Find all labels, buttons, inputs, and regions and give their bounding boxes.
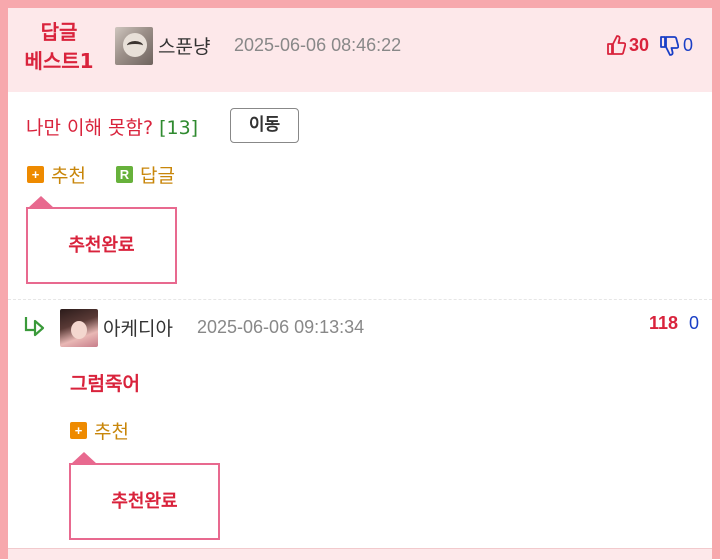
recommend-button[interactable]: 추천: [94, 417, 129, 444]
avatar[interactable]: [60, 309, 98, 347]
timestamp: 2025-06-06 08:46:22: [234, 35, 402, 55]
best-reply-badge: 답글 베스트1: [20, 18, 98, 76]
reply-r-icon: R: [116, 166, 133, 183]
plus-icon: +: [70, 422, 87, 439]
move-button[interactable]: 이동: [230, 108, 299, 143]
recommend-done-popup: 추천완료: [26, 207, 177, 284]
thumbs-down-icon[interactable]: [659, 35, 679, 57]
badge-line-2: 베스트1: [24, 49, 94, 73]
avatar[interactable]: [115, 27, 153, 65]
reply-arrow-icon: [24, 317, 45, 337]
best-comment-header: 답글 베스트1 스푼냥 2025-06-06 08:46:22 30 0: [8, 8, 712, 92]
badge-line-1: 답글: [40, 20, 78, 44]
recommend-button[interactable]: 추천: [51, 161, 86, 188]
thumbs-up-icon[interactable]: [606, 34, 626, 56]
downvote-count: 0: [683, 35, 694, 55]
comment-text[interactable]: 나만 이해 못함? [13]: [26, 113, 198, 140]
divider: [8, 299, 712, 300]
reply-button[interactable]: 답글: [140, 161, 175, 188]
author-name[interactable]: 스푼냥: [158, 32, 210, 59]
plus-icon: +: [27, 166, 44, 183]
timestamp: 2025-06-06 09:13:34: [197, 317, 365, 337]
comment-body: 나만 이해 못함?: [26, 117, 154, 139]
comment-frame: 답글 베스트1 스푼냥 2025-06-06 08:46:22 30 0 나만 …: [0, 0, 720, 560]
reply-count: [13]: [159, 117, 199, 139]
reply-text[interactable]: 그럼죽어: [70, 369, 140, 396]
author-name[interactable]: 아케디아: [103, 314, 173, 341]
upvote-count: 118: [649, 313, 679, 333]
downvote-count: 0: [689, 313, 700, 333]
upvote-count: 30: [629, 35, 650, 55]
next-comment-strip: [8, 548, 712, 560]
recommend-done-popup: 추천완료: [69, 463, 220, 540]
